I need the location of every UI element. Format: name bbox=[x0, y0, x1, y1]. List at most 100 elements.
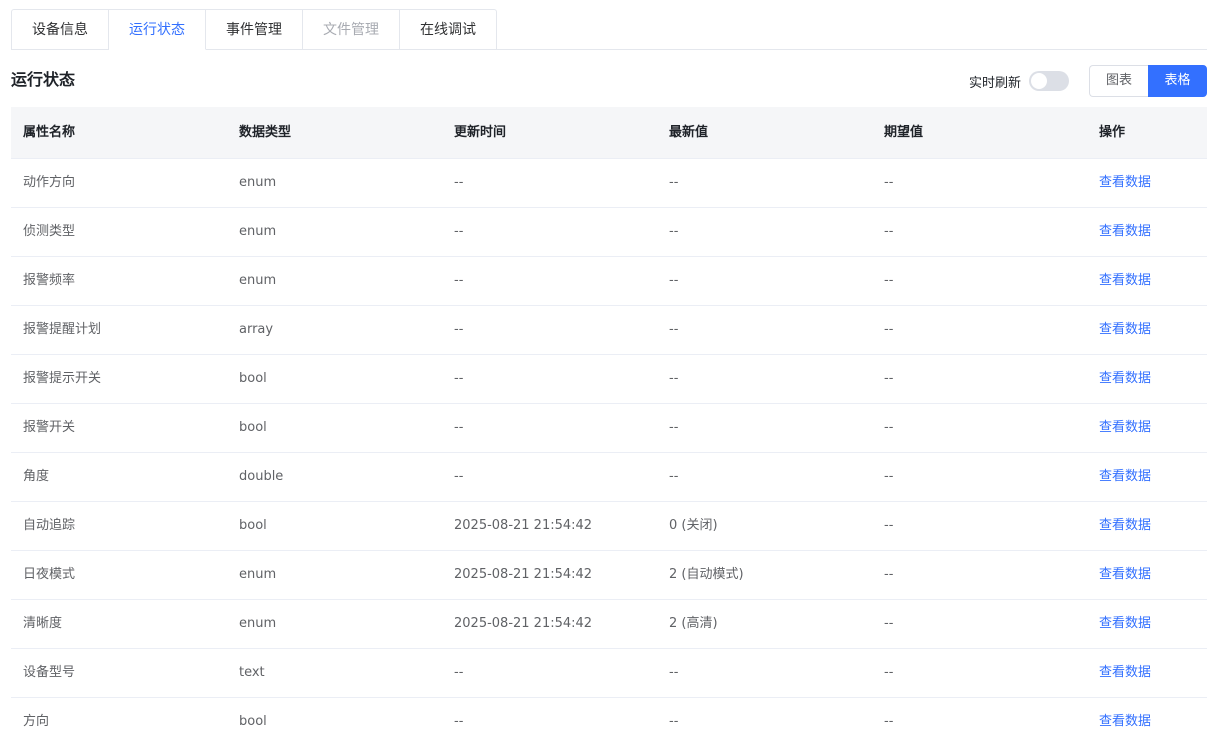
view-data-link[interactable]: 查看数据 bbox=[1087, 404, 1207, 452]
cell-updated: 2025-08-21 21:54:42 bbox=[454, 518, 593, 533]
cell-updated: -- bbox=[454, 714, 464, 729]
column-header-action: 操作 bbox=[1099, 125, 1126, 140]
cell-type: bool bbox=[239, 714, 267, 729]
cell-name: 报警提醒计划 bbox=[23, 322, 102, 337]
cell-type: enum bbox=[239, 567, 277, 582]
cell-latest: -- bbox=[669, 273, 679, 288]
cell-latest: 2 (高清) bbox=[669, 616, 718, 631]
cell-expected: -- bbox=[884, 469, 894, 484]
cell-name: 报警提示开关 bbox=[23, 371, 102, 386]
cell-name: 报警开关 bbox=[23, 420, 76, 435]
cell-expected: -- bbox=[884, 273, 894, 288]
cell-updated: -- bbox=[454, 175, 464, 190]
view-data-link[interactable]: 查看数据 bbox=[1087, 551, 1207, 599]
property-table: 属性名称 数据类型 更新时间 最新值 期望值 操作 动作方向 enum -- -- --… bbox=[11, 107, 1207, 735]
cell-expected: -- bbox=[884, 175, 894, 190]
cell-expected: -- bbox=[884, 518, 894, 533]
view-data-link[interactable]: 查看数据 bbox=[1087, 306, 1207, 354]
cell-latest: -- bbox=[669, 665, 679, 680]
cell-expected: -- bbox=[884, 420, 894, 435]
tab-device-info[interactable]: 设备信息 bbox=[11, 9, 109, 50]
table-row: 方向 bool -- -- -- 查看数据 bbox=[11, 698, 1207, 735]
table-row: 动作方向 enum -- -- -- 查看数据 bbox=[11, 159, 1207, 208]
cell-expected: -- bbox=[884, 371, 894, 386]
cell-name: 角度 bbox=[23, 469, 50, 484]
cell-expected: -- bbox=[884, 616, 894, 631]
cell-name: 报警频率 bbox=[23, 273, 76, 288]
view-toggle-group: 图表 表格 bbox=[1089, 65, 1207, 97]
cell-latest: -- bbox=[669, 175, 679, 190]
realtime-refresh-switch[interactable] bbox=[1029, 71, 1069, 91]
cell-name: 日夜模式 bbox=[23, 567, 76, 582]
table-row: 角度 double -- -- -- 查看数据 bbox=[11, 453, 1207, 502]
view-data-link[interactable]: 查看数据 bbox=[1087, 355, 1207, 403]
cell-updated: -- bbox=[454, 224, 464, 239]
tab-running-status[interactable]: 运行状态 bbox=[109, 9, 206, 50]
cell-type: bool bbox=[239, 420, 267, 435]
cell-expected: -- bbox=[884, 322, 894, 337]
view-data-link[interactable]: 查看数据 bbox=[1087, 600, 1207, 648]
realtime-refresh-label: 实时刷新 bbox=[968, 75, 1021, 91]
cell-updated: -- bbox=[454, 322, 464, 337]
cell-type: bool bbox=[239, 518, 267, 533]
view-data-link[interactable]: 查看数据 bbox=[1087, 159, 1207, 207]
column-header-latest: 最新值 bbox=[669, 125, 709, 140]
cell-type: enum bbox=[239, 273, 277, 288]
cell-name: 清晰度 bbox=[23, 616, 63, 631]
cell-type: enum bbox=[239, 224, 277, 239]
cell-type: enum bbox=[239, 616, 277, 631]
table-row: 侦测类型 enum -- -- -- 查看数据 bbox=[11, 208, 1207, 257]
section-title: 运行状态 bbox=[11, 70, 76, 89]
table-row: 设备型号 text -- -- -- 查看数据 bbox=[11, 649, 1207, 698]
table-row: 报警提醒计划 array -- -- -- 查看数据 bbox=[11, 306, 1207, 355]
cell-latest: 2 (自动模式) bbox=[669, 567, 744, 582]
chart-view-button[interactable]: 图表 bbox=[1089, 65, 1148, 97]
cell-updated: -- bbox=[454, 273, 464, 288]
view-data-link[interactable]: 查看数据 bbox=[1087, 649, 1207, 697]
column-header-type: 数据类型 bbox=[239, 125, 292, 140]
cell-expected: -- bbox=[884, 224, 894, 239]
view-data-link[interactable]: 查看数据 bbox=[1087, 698, 1207, 735]
cell-type: enum bbox=[239, 175, 277, 190]
tab-bar: 设备信息 运行状态 事件管理 文件管理 在线调试 bbox=[11, 9, 1207, 50]
cell-latest: -- bbox=[669, 469, 679, 484]
cell-expected: -- bbox=[884, 665, 894, 680]
cell-type: double bbox=[239, 469, 284, 484]
tab-event-management[interactable]: 事件管理 bbox=[206, 9, 303, 50]
switch-knob bbox=[1031, 73, 1047, 89]
table-row: 报警提示开关 bool -- -- -- 查看数据 bbox=[11, 355, 1207, 404]
toolbar: 实时刷新 图表 表格 bbox=[969, 65, 1207, 97]
cell-updated: 2025-08-21 21:54:42 bbox=[454, 616, 593, 631]
column-header-updated: 更新时间 bbox=[454, 125, 507, 140]
cell-latest: -- bbox=[669, 224, 679, 239]
table-view-button[interactable]: 表格 bbox=[1148, 65, 1207, 97]
column-header-name: 属性名称 bbox=[23, 125, 76, 140]
cell-latest: -- bbox=[669, 714, 679, 729]
tab-list: 设备信息 运行状态 事件管理 文件管理 在线调试 bbox=[11, 9, 1207, 50]
view-data-link[interactable]: 查看数据 bbox=[1087, 502, 1207, 550]
cell-updated: -- bbox=[454, 420, 464, 435]
view-data-link[interactable]: 查看数据 bbox=[1087, 257, 1207, 305]
table-row: 清晰度 enum 2025-08-21 21:54:42 2 (高清) -- 查看数据 bbox=[11, 600, 1207, 649]
cell-updated: -- bbox=[454, 665, 464, 680]
cell-name: 方向 bbox=[23, 714, 50, 729]
table-row: 报警频率 enum -- -- -- 查看数据 bbox=[11, 257, 1207, 306]
view-data-link[interactable]: 查看数据 bbox=[1087, 453, 1207, 501]
cell-type: array bbox=[239, 322, 274, 337]
table-body: 动作方向 enum -- -- -- 查看数据 侦测类型 enum -- -- -- 查看数据 报警频率… bbox=[11, 159, 1207, 735]
tab-file-management: 文件管理 bbox=[303, 9, 400, 50]
cell-name: 设备型号 bbox=[23, 665, 76, 680]
cell-updated: -- bbox=[454, 469, 464, 484]
cell-name: 动作方向 bbox=[23, 175, 76, 190]
table-row: 自动追踪 bool 2025-08-21 21:54:42 0 (关闭) -- 查看数据 bbox=[11, 502, 1207, 551]
cell-latest: 0 (关闭) bbox=[669, 518, 718, 533]
cell-updated: 2025-08-21 21:54:42 bbox=[454, 567, 593, 582]
cell-latest: -- bbox=[669, 322, 679, 337]
tab-online-debug[interactable]: 在线调试 bbox=[400, 9, 497, 50]
table-row: 报警开关 bool -- -- -- 查看数据 bbox=[11, 404, 1207, 453]
cell-updated: -- bbox=[454, 371, 464, 386]
cell-latest: -- bbox=[669, 371, 679, 386]
view-data-link[interactable]: 查看数据 bbox=[1087, 208, 1207, 256]
cell-expected: -- bbox=[884, 567, 894, 582]
cell-latest: -- bbox=[669, 420, 679, 435]
